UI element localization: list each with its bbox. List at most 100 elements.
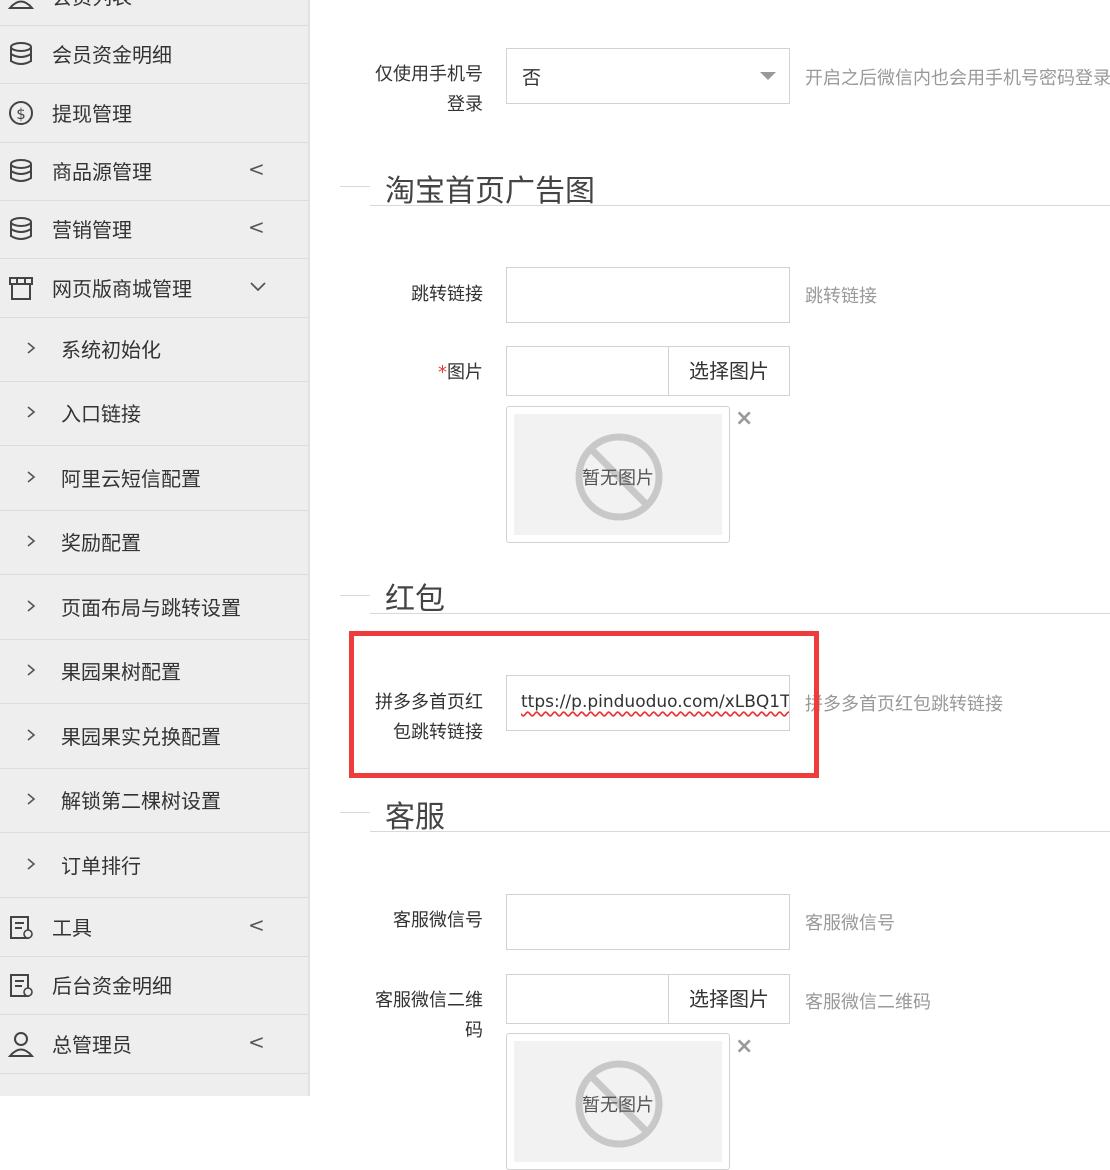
section-title-taobao: 淘宝首页广告图 (385, 174, 595, 209)
sidebar-item-withdraw[interactable]: $ 提现管理 (0, 85, 308, 143)
image-label: *图片 (343, 358, 483, 388)
jump-link-hint: 跳转链接 (805, 286, 877, 307)
required-mark: * (438, 362, 447, 383)
label-line: 仅使用手机号 (375, 64, 483, 85)
database-icon (10, 42, 32, 65)
sidebar-subitem-orchard-tree[interactable]: 果园果树配置 (0, 640, 308, 704)
close-icon[interactable]: × (735, 406, 753, 431)
sidebar-item-label: 会员列表 (52, 0, 132, 26)
service-qr-hint: 客服微信二维码 (805, 992, 931, 1013)
jump-link-label: 跳转链接 (411, 284, 483, 305)
section-divider (340, 186, 370, 187)
pdd-link-hint: 拼多多首页红包跳转链接 (805, 694, 1003, 715)
service-qr-preview: 暂无图片 (506, 1033, 730, 1170)
jump-link-input[interactable] (506, 267, 790, 323)
clipboard-icon (10, 916, 33, 939)
sidebar-subitem-entry-link[interactable]: 入口链接 (0, 382, 308, 446)
sidebar-subitem-layout-jump[interactable]: 页面布局与跳转设置 (0, 576, 308, 640)
section-title-redpack: 红包 (385, 582, 445, 617)
image-preview-bg: 暂无图片 (514, 414, 722, 535)
chevron-right-icon (27, 600, 36, 612)
sidebar-item-member-funds[interactable]: 会员资金明细 (0, 26, 308, 84)
sidebar-subitem-label: 入口链接 (61, 402, 141, 426)
no-image-text: 暂无图片 (582, 1095, 654, 1116)
sidebar-item-backend-funds[interactable]: 后台资金明细 (0, 957, 308, 1015)
phone-login-hint: 开启之后微信内也会用手机号密码登录 (805, 68, 1110, 89)
sidebar-subitem-label: 果园果树配置 (61, 660, 181, 684)
user-icon (8, 0, 34, 9)
no-image-text: 暂无图片 (582, 468, 654, 489)
sidebar-item-label: 营销管理 (52, 218, 132, 242)
sidebar-subitem-label: 页面布局与跳转设置 (61, 596, 241, 620)
service-qr-label: 客服微信二维 码 (343, 986, 483, 1046)
chevron-right-icon (27, 729, 36, 741)
chevron-right-icon (27, 793, 36, 805)
sidebar-subitem-system-init[interactable]: 系统初始化 (0, 318, 308, 382)
sidebar-subitem-sms-config[interactable]: 阿里云短信配置 (0, 447, 308, 511)
caret-down-icon (760, 72, 776, 80)
chevron-right-icon (27, 664, 36, 676)
sidebar-item-label: 网页版商城管理 (52, 277, 192, 301)
section-divider (340, 812, 370, 813)
sidebar-item-label: 会员资金明细 (52, 43, 172, 67)
service-wechat-hint: 客服微信号 (805, 913, 895, 934)
chevron-right-icon (27, 535, 36, 547)
chevron-down-icon (250, 282, 266, 292)
chevron-right-icon (27, 342, 36, 354)
chevron-right-icon (27, 858, 36, 870)
select-value: 否 (522, 67, 542, 89)
chevron-left-icon: < (248, 1030, 265, 1054)
service-qr-path-input[interactable] (506, 974, 669, 1024)
sidebar-item-marketing[interactable]: 营销管理 < (0, 201, 308, 259)
sidebar-item-label: 后台资金明细 (52, 974, 172, 998)
section-rule (370, 205, 1110, 206)
sidebar-subitem-order-rank[interactable]: 订单排行 (0, 834, 308, 898)
user-icon (8, 1032, 34, 1057)
sidebar-divider (308, 0, 310, 1096)
sidebar-item-member-list[interactable]: 会员列表 (0, 0, 308, 26)
label-text: 图片 (447, 362, 483, 383)
store-icon (9, 277, 33, 300)
section-divider (340, 595, 370, 596)
phone-login-label: 仅使用手机号 登录 (343, 60, 483, 120)
sidebar-subitem-label: 订单排行 (61, 854, 141, 878)
highlight-box (349, 631, 819, 778)
close-icon[interactable]: × (735, 1034, 753, 1059)
label-line: 客服微信二维 (375, 990, 483, 1011)
sidebar-item-label: 商品源管理 (52, 160, 152, 184)
image-preview-bg: 暂无图片 (514, 1041, 722, 1162)
sidebar-subitem-label: 果园果实兑换配置 (61, 725, 221, 749)
service-wechat-label: 客服微信号 (393, 910, 483, 931)
label-line: 码 (465, 1020, 483, 1041)
sidebar-item-label: 提现管理 (52, 102, 132, 126)
image-path-input[interactable] (506, 346, 669, 396)
sidebar-subitem-fruit-exchange[interactable]: 果园果实兑换配置 (0, 705, 308, 769)
chevron-left-icon: < (248, 215, 265, 239)
select-image-button[interactable]: 选择图片 (668, 974, 790, 1024)
sidebar-item-label: 工具 (52, 916, 92, 940)
svg-text:$: $ (16, 105, 26, 123)
sidebar-subitem-unlock-tree[interactable]: 解锁第二棵树设置 (0, 769, 308, 833)
image-preview: 暂无图片 (506, 406, 730, 543)
service-wechat-input[interactable] (506, 894, 790, 950)
sidebar-item-web-mall[interactable]: 网页版商城管理 (0, 260, 308, 318)
section-rule (370, 613, 1110, 614)
phone-login-select[interactable]: 否 (506, 48, 790, 104)
sidebar-item-label: 总管理员 (52, 1033, 132, 1057)
database-icon (10, 217, 32, 240)
sidebar-item-goods-source[interactable]: 商品源管理 < (0, 143, 308, 201)
chevron-right-icon (27, 406, 36, 418)
clipboard-icon (10, 974, 33, 997)
label-line: 登录 (447, 94, 483, 115)
chevron-left-icon: < (248, 157, 265, 181)
sidebar-item-super-admin[interactable]: 总管理员 < (0, 1016, 308, 1074)
sidebar-subitem-reward-config[interactable]: 奖励配置 (0, 511, 308, 575)
section-title-service: 客服 (385, 800, 445, 835)
database-icon (10, 159, 32, 182)
sidebar: 会员列表 会员资金明细 $ 提现管理 商品源管理 < 营销管理 (0, 0, 308, 1096)
select-image-button[interactable]: 选择图片 (668, 346, 790, 396)
dollar-circle-icon: $ (9, 101, 33, 125)
sidebar-subitem-label: 奖励配置 (61, 531, 141, 555)
chevron-left-icon: < (248, 913, 265, 937)
sidebar-item-tools[interactable]: 工具 < (0, 899, 308, 957)
